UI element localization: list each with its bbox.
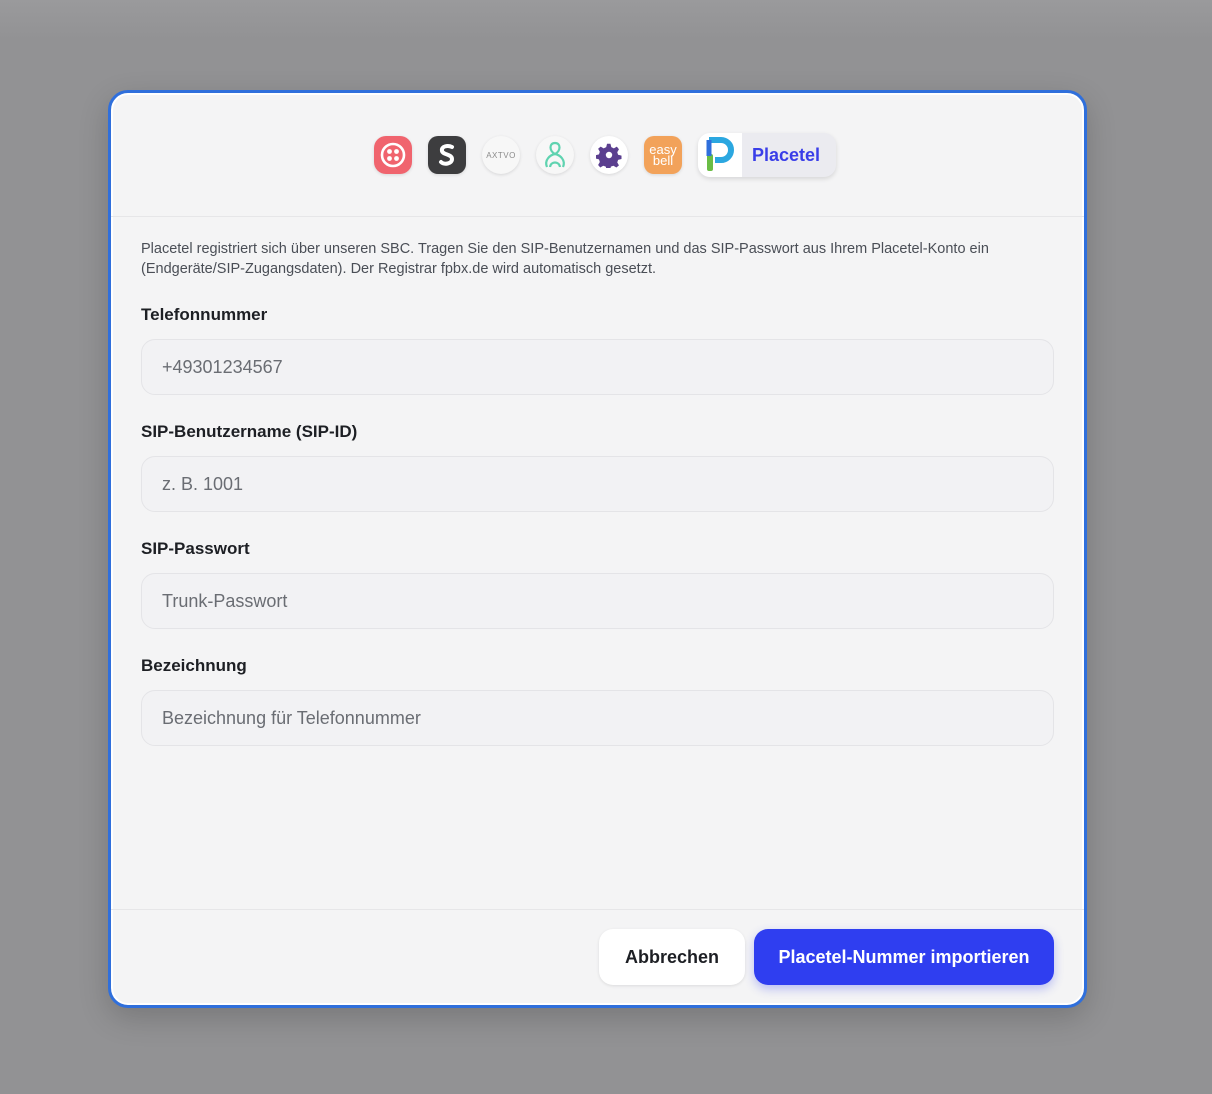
twilio-icon <box>380 142 406 168</box>
import-number-button[interactable]: Placetel-Nummer importieren <box>754 929 1054 985</box>
provider-placetel[interactable]: Placetel <box>698 133 837 177</box>
provider-list: AXTVO easy bell Placetel <box>374 133 837 177</box>
gear-icon <box>596 143 622 168</box>
placetel-label: Placetel <box>752 144 821 165</box>
provider-sipgate[interactable] <box>428 136 466 174</box>
provider-selector: AXTVO easy bell Placetel <box>111 93 1084 217</box>
phone-input[interactable] <box>141 339 1054 395</box>
info-text: Placetel registriert sich über unseren S… <box>141 241 989 277</box>
provider-twilio[interactable] <box>374 136 412 174</box>
provider-pbx[interactable] <box>536 136 574 174</box>
cancel-button[interactable]: Abbrechen <box>599 929 745 985</box>
description-label: Bezeichnung <box>141 656 247 675</box>
import-number-modal: AXTVO easy bell Placetel Placetel regist… <box>108 90 1087 1008</box>
network-icon <box>545 141 565 168</box>
sipgate-icon <box>439 144 455 166</box>
axvoice-logo: AXTVO <box>486 150 516 160</box>
sip-password-label: SIP-Passwort <box>141 539 250 558</box>
provider-easybell[interactable]: easy bell <box>644 136 682 174</box>
provider-settings[interactable] <box>590 136 628 174</box>
sip-user-input[interactable] <box>141 456 1054 512</box>
provider-axvoice[interactable]: AXTVO <box>482 136 520 174</box>
phone-label: Telefonnummer <box>141 305 268 324</box>
sip-user-label: SIP-Benutzername (SIP-ID) <box>141 422 358 441</box>
easybell-logo: easy bell <box>649 142 677 168</box>
backdrop-topbar <box>0 0 1212 40</box>
description-input[interactable] <box>141 690 1054 746</box>
placetel-logo <box>698 133 742 177</box>
sip-password-input[interactable] <box>141 573 1054 629</box>
